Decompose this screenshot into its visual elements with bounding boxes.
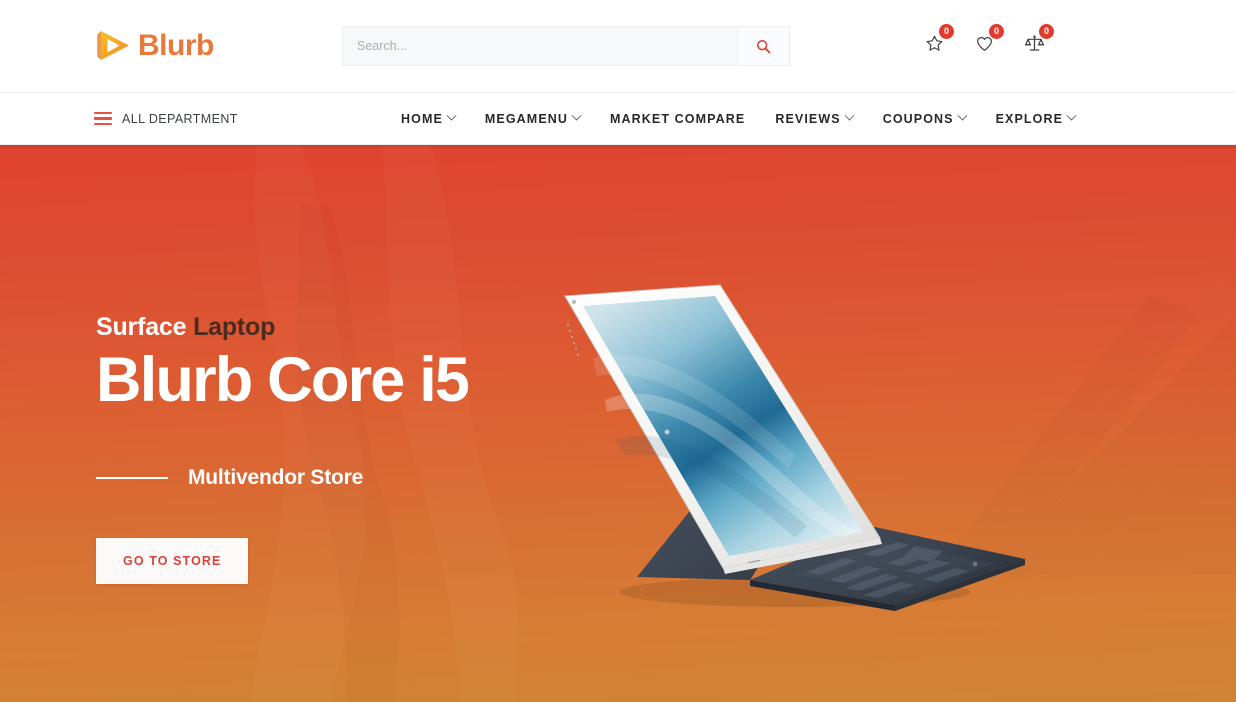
- search-input[interactable]: [343, 27, 737, 65]
- play-triangle-logo-icon: [94, 26, 134, 66]
- compare-button[interactable]: 0: [1022, 24, 1054, 56]
- hamburger-icon: [94, 111, 112, 126]
- nav-label: MEGAMENU: [484, 111, 569, 126]
- nav-label: EXPLORE: [995, 111, 1064, 126]
- search-submit-button[interactable]: [737, 27, 789, 65]
- favorites-count-badge: 0: [989, 24, 1004, 39]
- compare-count-badge: 0: [1039, 24, 1054, 39]
- go-to-store-button[interactable]: GO TO STORE: [96, 537, 249, 584]
- chevron-down-icon: [1066, 110, 1077, 121]
- search-bar[interactable]: [342, 26, 790, 66]
- nav-label: HOME: [401, 111, 443, 126]
- hero-content: Surface Laptop Blurb Core i5 Multivendor…: [96, 313, 470, 584]
- hero-eyebrow: Surface Laptop: [96, 313, 468, 342]
- brand-name: Blurb: [138, 29, 214, 62]
- hero-eyebrow-dark: Laptop: [193, 313, 276, 341]
- nav-item-explore[interactable]: EXPLORE: [981, 110, 1090, 126]
- nav-item-megamenu[interactable]: MEGAMENU: [470, 110, 595, 126]
- wishlist-count-badge: 0: [939, 24, 954, 39]
- chevron-down-icon: [844, 110, 855, 121]
- chevron-down-icon: [446, 110, 457, 121]
- search-icon: [756, 39, 771, 54]
- hero-tagline-row: Multivendor Store: [96, 466, 468, 490]
- hero-banner: Surface Laptop Blurb Core i5 Multivendor…: [0, 145, 1236, 702]
- all-department-label: ALL DEPARTMENT: [122, 111, 238, 126]
- favorites-button[interactable]: 0: [972, 24, 1004, 56]
- nav-item-home[interactable]: HOME: [386, 110, 470, 126]
- main-navbar: ALL DEPARTMENT HOME MEGAMENU MARKET COMP…: [0, 92, 1236, 145]
- primary-menu: HOME MEGAMENU MARKET COMPARE REVIEWS COU…: [386, 110, 1090, 126]
- hero-tagline: Multivendor Store: [188, 465, 364, 489]
- nav-item-reviews[interactable]: REVIEWS: [760, 110, 867, 126]
- nav-item-market-compare[interactable]: MARKET COMPARE: [595, 112, 760, 126]
- chevron-down-icon: [571, 110, 582, 121]
- nav-label: REVIEWS: [775, 111, 841, 126]
- nav-label: COUPONS: [882, 111, 954, 126]
- nav-item-coupons[interactable]: COUPONS: [868, 110, 981, 126]
- hero-tagline-rule: [96, 476, 168, 479]
- all-department-button[interactable]: ALL DEPARTMENT: [94, 112, 238, 126]
- hero-title: Blurb Core i5: [96, 345, 470, 415]
- hero-product-image: [545, 280, 1045, 620]
- wishlist-button[interactable]: 0: [922, 24, 954, 56]
- brand-logo-link[interactable]: Blurb: [94, 26, 214, 66]
- hero-eyebrow-white: Surface: [96, 313, 187, 341]
- site-header: Blurb 0: [0, 0, 1236, 92]
- nav-label: MARKET COMPARE: [610, 111, 746, 126]
- header-action-icons: 0 0 0: [922, 24, 1054, 56]
- chevron-down-icon: [957, 110, 968, 121]
